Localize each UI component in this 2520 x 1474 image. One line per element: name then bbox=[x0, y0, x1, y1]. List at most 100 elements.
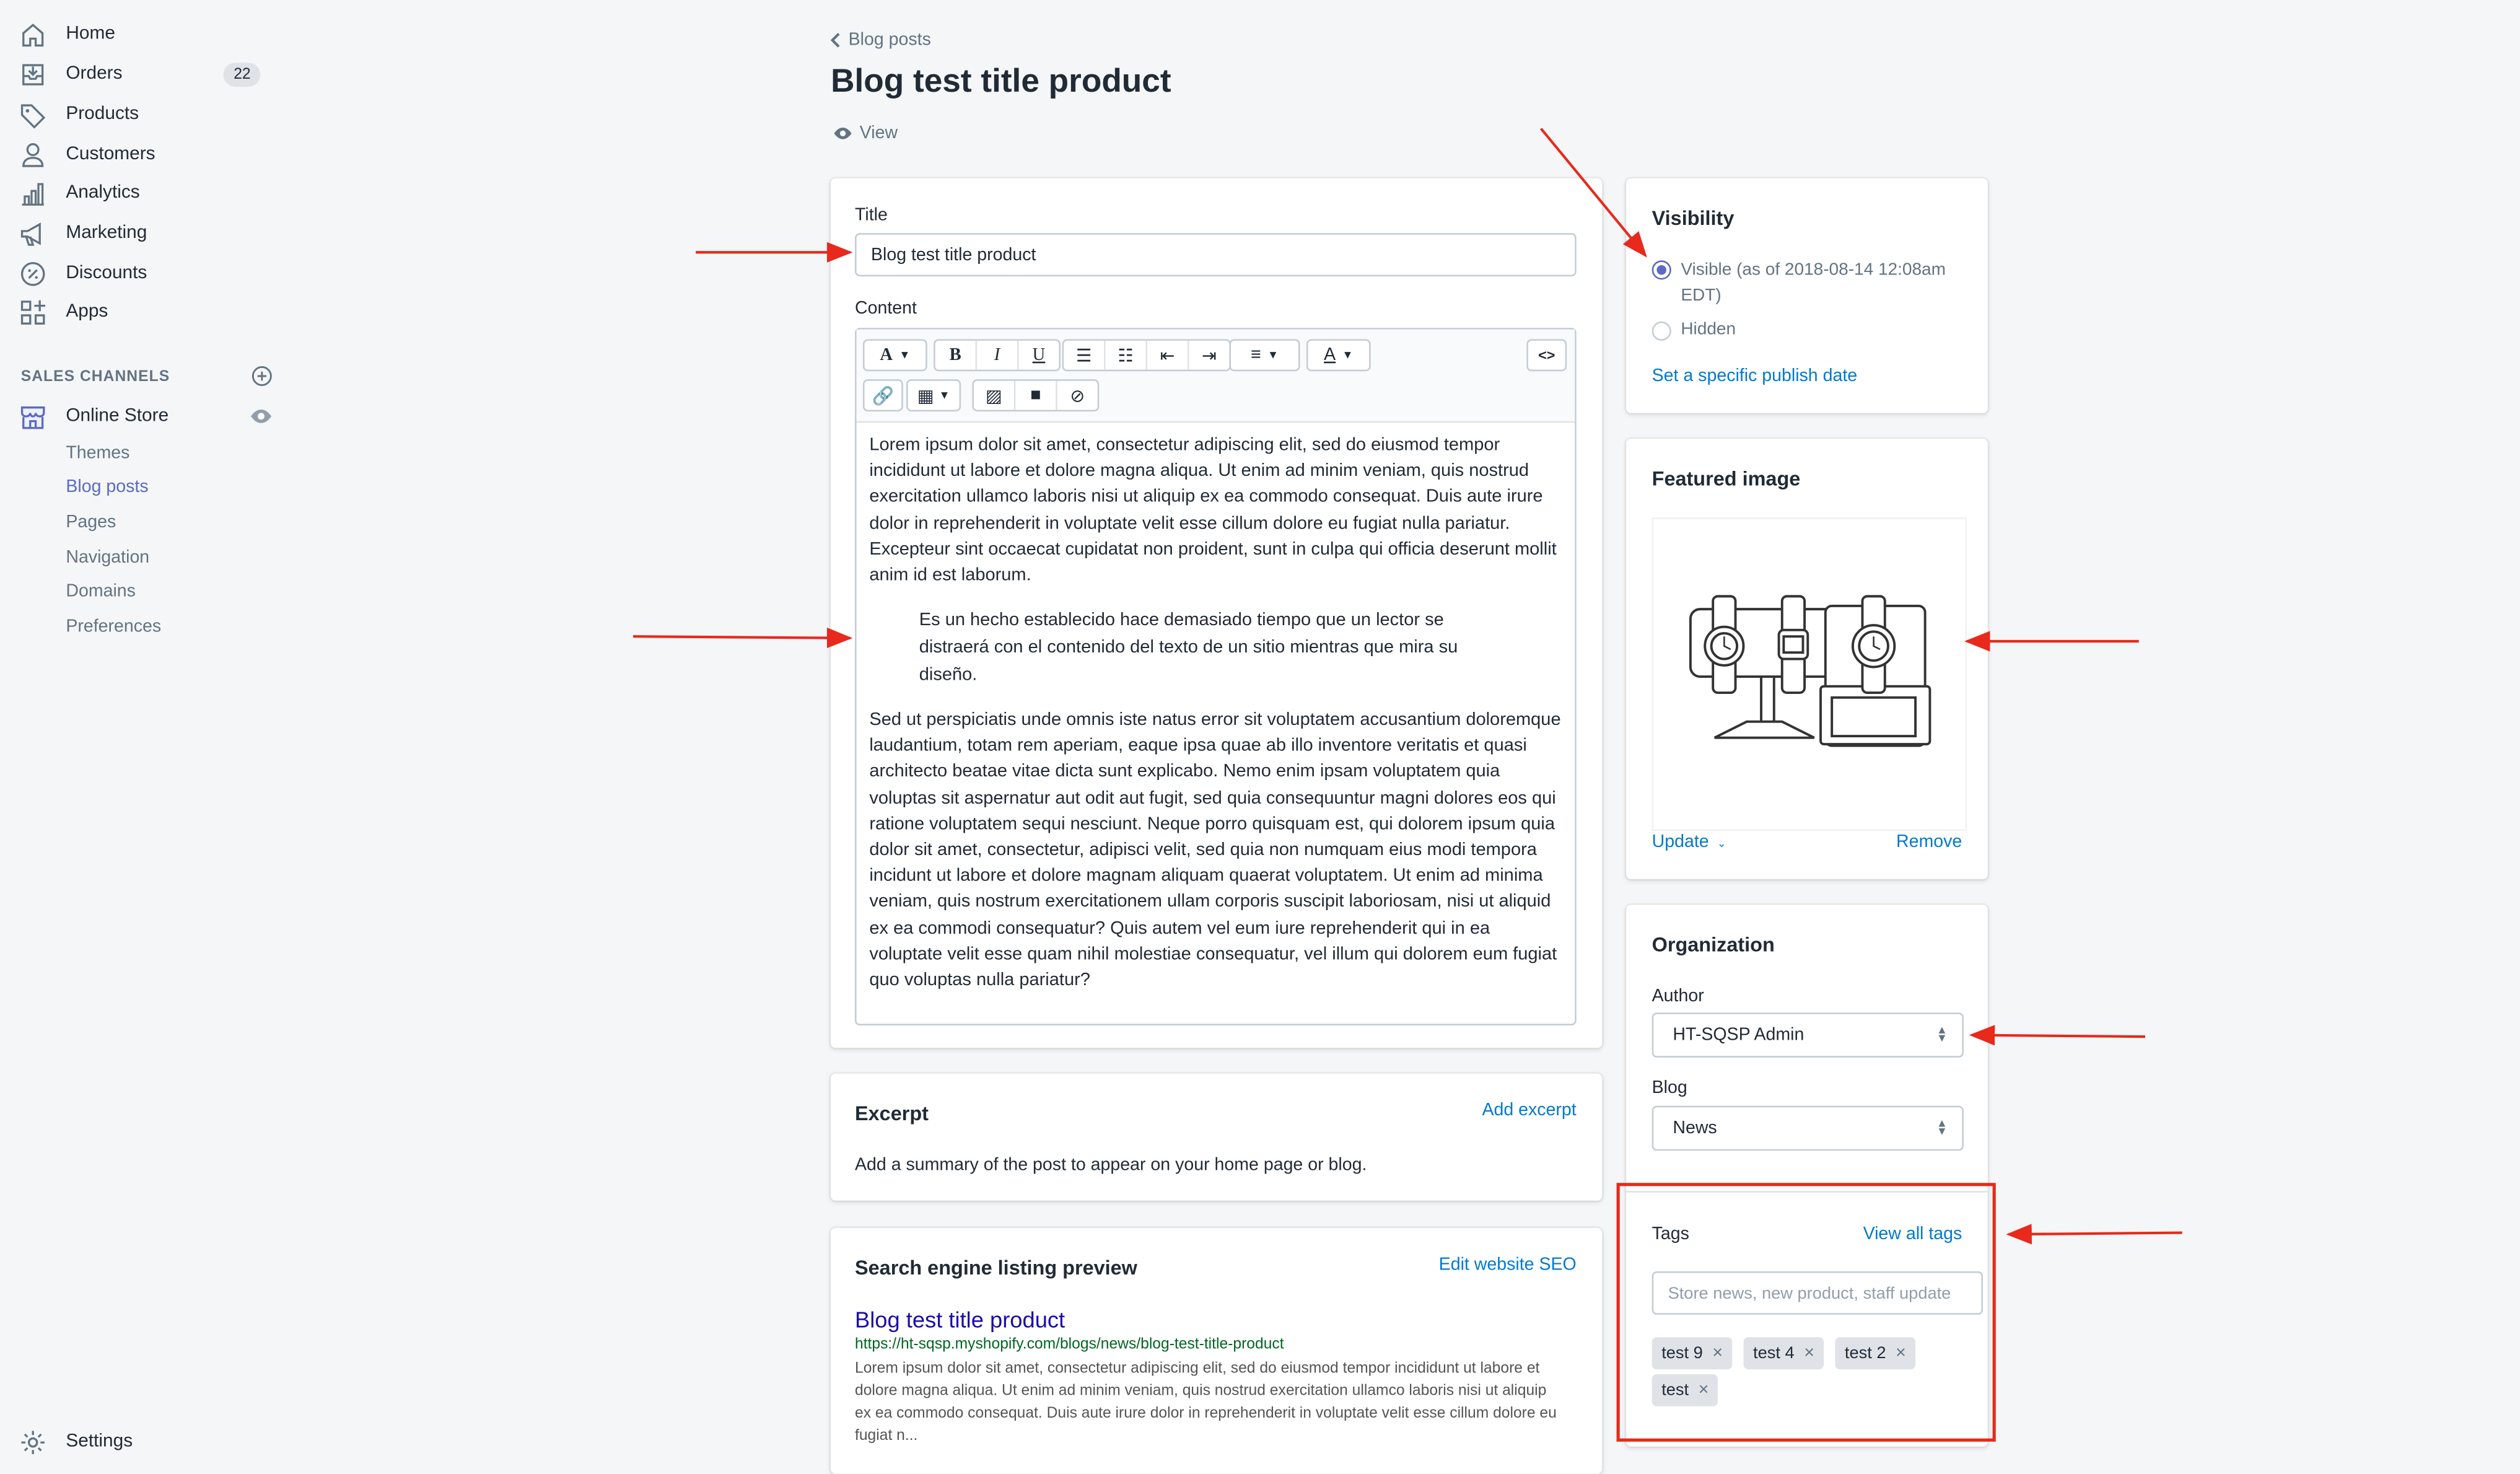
sidebar-sub-pages[interactable]: Pages bbox=[66, 512, 116, 532]
megaphone-icon bbox=[20, 221, 41, 245]
add-excerpt-link[interactable]: Add excerpt bbox=[1482, 1101, 1576, 1120]
sidebar-item-label: Customers bbox=[66, 144, 155, 164]
breadcrumb[interactable]: Blog posts bbox=[829, 30, 931, 50]
blog-value: News bbox=[1673, 1118, 1717, 1138]
bullet-list-icon[interactable]: ☰ bbox=[1064, 340, 1106, 370]
featured-image-title: Featured image bbox=[1652, 467, 1801, 491]
publish-date-link[interactable]: Set a specific publish date bbox=[1652, 366, 1858, 385]
table-button[interactable]: ▦ ▼ bbox=[906, 379, 961, 412]
sidebar-item-label: Products bbox=[66, 104, 139, 124]
update-image-link[interactable]: Update ⌄ bbox=[1652, 833, 1726, 852]
breadcrumb-label: Blog posts bbox=[848, 30, 931, 50]
home-icon bbox=[22, 22, 44, 46]
sidebar-item-marketing[interactable]: Marketing bbox=[19, 216, 147, 251]
page-title: Blog test title product bbox=[831, 63, 1171, 100]
edit-seo-link[interactable]: Edit website SEO bbox=[1439, 1255, 1577, 1274]
blog-select[interactable]: News ▲ ▼ bbox=[1652, 1105, 1964, 1151]
sidebar-item-online-store[interactable]: Online Store bbox=[19, 398, 168, 434]
sales-channels-title: SALES CHANNELS bbox=[20, 368, 170, 386]
author-value: HT-SQSP Admin bbox=[1673, 1025, 1805, 1045]
arrow-to-tags bbox=[2006, 1224, 2182, 1245]
content-paragraph-1[interactable]: Lorem ipsum dolor sit amet, consectetur … bbox=[869, 432, 1565, 589]
visible-radio[interactable] bbox=[1652, 260, 1671, 280]
sidebar-sub-navigation[interactable]: Navigation bbox=[66, 548, 149, 568]
clear-format-icon[interactable]: ⊘ bbox=[1057, 381, 1098, 410]
view-label: View bbox=[859, 123, 898, 143]
sidebar-sub-blog-posts[interactable]: Blog posts bbox=[66, 477, 148, 496]
organization-title: Organization bbox=[1652, 934, 1775, 957]
underline-button[interactable]: U bbox=[1019, 341, 1059, 370]
sidebar-sub-preferences[interactable]: Preferences bbox=[66, 617, 161, 636]
content-blockquote[interactable]: Es un hecho establecido hace demasiado t… bbox=[919, 608, 1498, 690]
sidebar-item-label: Discounts bbox=[66, 263, 147, 283]
featured-image-card: Featured image Update ⌄ Remove bbox=[1626, 439, 1988, 879]
blog-label: Blog bbox=[1652, 1078, 1687, 1098]
sidebar-item-analytics[interactable]: Analytics bbox=[19, 175, 140, 211]
sidebar-item-home[interactable]: Home bbox=[19, 16, 115, 51]
sidebar-item-label: Apps bbox=[66, 302, 108, 322]
add-channel-icon[interactable] bbox=[251, 365, 273, 387]
eye-icon[interactable] bbox=[249, 405, 273, 428]
visibility-title: Visibility bbox=[1652, 207, 1735, 230]
tag-icon bbox=[20, 103, 46, 128]
sidebar-item-label: Orders bbox=[66, 64, 123, 84]
select-arrows-icon: ▲ ▼ bbox=[1936, 1118, 1948, 1138]
view-button[interactable]: View bbox=[833, 124, 898, 143]
sidebar-item-orders[interactable]: Orders 22 bbox=[19, 56, 292, 92]
sidebar-item-products[interactable]: Products bbox=[19, 97, 139, 132]
bold-button[interactable]: B bbox=[935, 340, 978, 370]
featured-image[interactable] bbox=[1652, 517, 1967, 831]
author-label: Author bbox=[1652, 986, 1704, 1006]
apps-icon bbox=[20, 299, 46, 324]
rich-text-editor: A ▼ B I U ☰ ☷ ⇤ ⇥ ≡ ▼ A ▼ <> 🔗 ▦ ▼ ▨ ■ ⊘ Lo bbox=[855, 328, 1577, 1025]
sidebar-item-customers[interactable]: Customers bbox=[19, 136, 155, 172]
align-button[interactable]: ≡ ▼ bbox=[1229, 339, 1300, 372]
arrow-to-author bbox=[1969, 1025, 2146, 1046]
sidebar-sub-themes[interactable]: Themes bbox=[66, 444, 129, 463]
html-toggle-button[interactable]: <> bbox=[1526, 339, 1567, 372]
arrow-to-content bbox=[633, 627, 853, 649]
content-paragraph-2[interactable]: Sed ut perspiciatis unde omnis iste natu… bbox=[869, 707, 1565, 993]
link-icon[interactable]: 🔗 bbox=[862, 379, 903, 412]
sidebar-item-label: Home bbox=[66, 24, 115, 44]
title-label: Title bbox=[855, 206, 888, 226]
eye-icon bbox=[834, 127, 852, 139]
seo-title: Search engine listing preview bbox=[855, 1257, 1137, 1279]
orders-count-badge: 22 bbox=[224, 61, 261, 86]
italic-button[interactable]: I bbox=[977, 340, 1019, 370]
orders-icon bbox=[22, 63, 44, 85]
remove-image-link[interactable]: Remove bbox=[1896, 833, 1962, 852]
editor-card: Title Blog test title product Content A ▼… bbox=[831, 178, 1603, 1048]
list-group: ☰ ☷ ⇤ ⇥ bbox=[1062, 339, 1232, 372]
title-input[interactable]: Blog test title product bbox=[855, 233, 1577, 277]
store-icon bbox=[20, 405, 45, 429]
indent-icon[interactable]: ⇥ bbox=[1189, 341, 1230, 370]
author-select[interactable]: HT-SQSP Admin ▲ ▼ bbox=[1652, 1012, 1964, 1058]
sidebar-item-label: Analytics bbox=[66, 183, 140, 203]
update-label: Update bbox=[1652, 832, 1709, 852]
sidebar-item-discounts[interactable]: Discounts bbox=[19, 255, 147, 291]
seo-card: Search engine listing preview Edit websi… bbox=[831, 1227, 1603, 1474]
select-arrows-icon: ▲ ▼ bbox=[1936, 1025, 1948, 1045]
seo-preview-description: Lorem ipsum dolor sit amet, consectetur … bbox=[855, 1359, 1557, 1445]
excerpt-card: Excerpt Add excerpt Add a summary of the… bbox=[831, 1073, 1603, 1201]
text-style-group: B I U bbox=[934, 339, 1061, 372]
outdent-icon[interactable]: ⇤ bbox=[1147, 340, 1189, 370]
sidebar-sub-domains[interactable]: Domains bbox=[66, 582, 136, 601]
person-icon bbox=[22, 142, 44, 167]
sidebar-item-apps[interactable]: Apps bbox=[19, 294, 108, 330]
sidebar-item-settings[interactable]: Settings bbox=[19, 1424, 133, 1459]
content-label: Content bbox=[855, 299, 917, 318]
watch-stand-image bbox=[1689, 595, 1932, 747]
font-format-button[interactable]: A ▼ bbox=[862, 339, 927, 372]
numbered-list-icon[interactable]: ☷ bbox=[1106, 340, 1148, 370]
media-group: ▨ ■ ⊘ bbox=[972, 379, 1100, 412]
text-color-button[interactable]: A ▼ bbox=[1306, 339, 1371, 372]
sidebar-item-label: Settings bbox=[66, 1432, 133, 1452]
video-icon[interactable]: ■ bbox=[1015, 380, 1057, 410]
visibility-card: Visibility Visible (as of 2018-08-14 12:… bbox=[1626, 178, 1988, 413]
seo-preview-url: https://ht-sqsp.myshopify.com/blogs/news… bbox=[855, 1335, 1284, 1354]
bar-chart-icon bbox=[22, 182, 44, 205]
image-icon[interactable]: ▨ bbox=[974, 380, 1016, 410]
hidden-radio[interactable] bbox=[1652, 321, 1671, 341]
